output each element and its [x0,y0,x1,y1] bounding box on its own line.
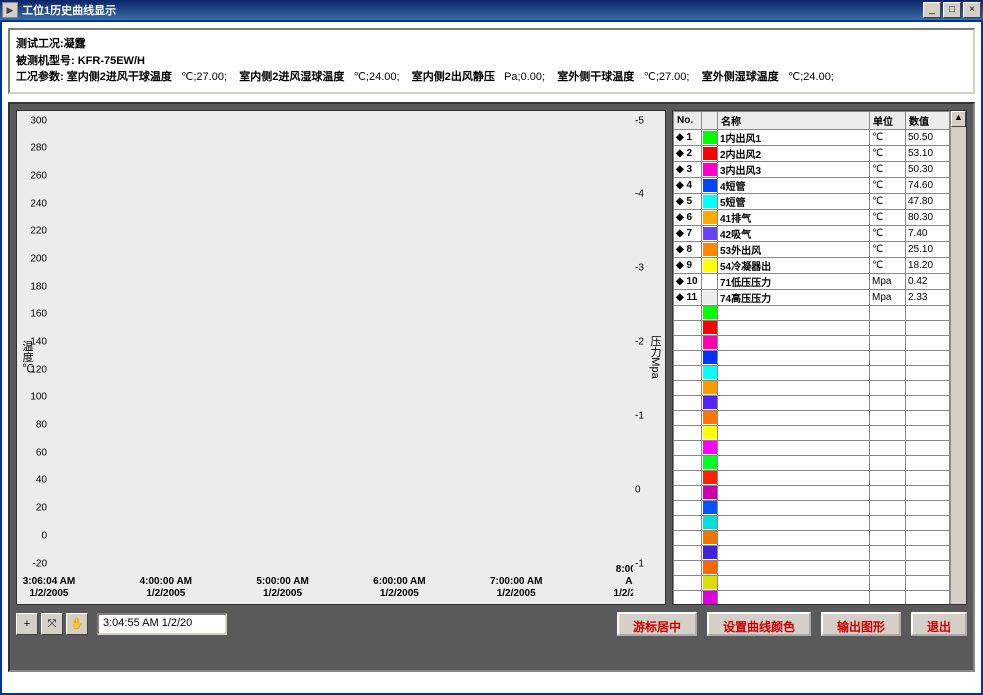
param-label-3: 室内侧2出风静压 [412,71,495,83]
minimize-button[interactable]: _ [923,2,941,18]
legend-row-empty[interactable] [674,395,950,410]
y-tick-right: -1 [635,558,644,569]
titlebar: ▶ 工位1历史曲线显示 _ □ × [0,0,983,20]
param-label-4: 室外侧干球温度 [557,71,634,83]
y-tick-right: -3 [635,263,644,274]
toolbar: + ⤧ ✋ 3:04:55 AM 1/2/20 游标居中 设置曲线颜色 输出图形… [16,611,967,637]
crosshair-tool[interactable]: + [16,613,38,635]
y-tick-right: -2 [635,337,644,348]
y-axis-right: 压力Mpa -5-4-3-2-10-1 [633,111,665,604]
y-tick-left: 240 [30,198,47,209]
y-tick-left: 80 [36,420,47,431]
app-icon: ▶ [2,2,18,18]
legend-table: No.名称单位数值◆ 11内出风1℃50.50◆ 22内出风2℃53.10◆ 3… [672,110,967,605]
y-tick-right: -1 [635,410,644,421]
zoom-tool[interactable]: ⤧ [41,613,63,635]
x-tick: 6:00:00 AM1/2/2005 [373,576,425,600]
legend-row-empty[interactable] [674,485,950,500]
legend-row-empty[interactable] [674,380,950,395]
set-color-button[interactable]: 设置曲线颜色 [707,612,811,636]
legend-row[interactable]: ◆ 11内出风1℃50.50 [674,129,950,145]
legend-row[interactable]: ◆ 1174高压压力Mpa2.33 [674,289,950,305]
y-tick-left: 60 [36,447,47,458]
export-button[interactable]: 输出图形 [821,612,901,636]
legend-row-empty[interactable] [674,425,950,440]
legend-row-empty[interactable] [674,470,950,485]
legend-row-empty[interactable] [674,350,950,365]
y-tick-left: 200 [30,253,47,264]
legend-row-empty[interactable] [674,545,950,560]
legend-row-empty[interactable] [674,560,950,575]
x-tick: 5:00:00 AM1/2/2005 [256,576,308,600]
legend-row-empty[interactable] [674,365,950,380]
legend-scrollbar[interactable]: ▲ [950,111,966,604]
legend-row[interactable]: ◆ 641排气℃80.30 [674,209,950,225]
y-tick-left: 120 [30,364,47,375]
info-panel: 测试工况:凝露 被测机型号: KFR-75EW/H 工况参数: 室内侧2进风干球… [8,28,975,94]
legend-row-empty[interactable] [674,530,950,545]
legend-row[interactable]: ◆ 22内出风2℃53.10 [674,145,950,161]
y-tick-left: 280 [30,143,47,154]
legend-row-empty[interactable] [674,500,950,515]
param-label-2: 室内侧2进风湿球温度 [239,71,344,83]
legend-row-empty[interactable] [674,575,950,590]
legend-row[interactable]: ◆ 33内出风3℃50.30 [674,161,950,177]
y-axis-left: 温度℃ 300280260240220200180160140120100806… [17,111,49,604]
legend-row[interactable]: ◆ 853外出风℃25.10 [674,241,950,257]
x-tick: 3:06:04 AM1/2/2005 [23,576,75,600]
legend-row[interactable]: ◆ 742吸气℃7.40 [674,225,950,241]
legend-row-empty[interactable] [674,320,950,335]
legend-row[interactable]: ◆ 954冷凝器出℃18.20 [674,257,950,273]
param-value-1: ℃;27.00; [181,71,227,83]
exit-button[interactable]: 退出 [911,612,967,636]
legend-table-inner[interactable]: No.名称单位数值◆ 11内出风1℃50.50◆ 22内出风2℃53.10◆ 3… [673,111,950,605]
center-cursor-button[interactable]: 游标居中 [617,612,697,636]
close-button[interactable]: × [963,2,981,18]
legend-row-empty[interactable] [674,440,950,455]
legend-row-empty[interactable] [674,410,950,425]
y-tick-left: 260 [30,170,47,181]
y-tick-right: 0 [635,484,641,495]
param-value-3: Pa;0.00; [504,71,545,83]
maximize-button[interactable]: □ [943,2,961,18]
cursor-readout: 3:04:55 AM 1/2/20 [97,613,227,635]
y-tick-right: -4 [635,189,644,200]
param-value-2: ℃;24.00; [354,71,400,83]
legend-row-empty[interactable] [674,590,950,605]
param-label-5: 室外侧湿球温度 [702,71,779,83]
legend-row[interactable]: ◆ 44短管℃74.60 [674,177,950,193]
legend-row[interactable]: ◆ 1071低压压力Mpa0.42 [674,273,950,289]
y-tick-left: -20 [33,558,47,569]
y-tick-left: 0 [41,530,47,541]
param-value-5: ℃;24.00; [788,71,834,83]
chart-plot[interactable]: 温度℃ 300280260240220200180160140120100806… [16,110,666,605]
model-number: 被测机型号: KFR-75EW/H [16,55,145,67]
y-tick-right: -5 [635,115,644,126]
legend-row[interactable]: ◆ 55短管℃47.80 [674,193,950,209]
y-tick-left: 20 [36,503,47,514]
legend-row-empty[interactable] [674,305,950,320]
legend-row-empty[interactable] [674,515,950,530]
pan-tool[interactable]: ✋ [66,613,88,635]
y-tick-left: 180 [30,281,47,292]
legend-row-empty[interactable] [674,335,950,350]
y-tick-left: 300 [30,115,47,126]
x-tick: 7:00:00 AM1/2/2005 [490,576,542,600]
param-label-1: 工况参数: 室内侧2进风干球温度 [16,71,172,83]
scroll-up-button[interactable]: ▲ [951,111,966,127]
y-tick-left: 140 [30,337,47,348]
chart-area: 温度℃ 300280260240220200180160140120100806… [8,102,975,672]
test-condition: 测试工况:凝露 [16,38,86,50]
x-tick: 4:00:00 AM1/2/2005 [140,576,192,600]
param-value-4: ℃;27.00; [643,71,689,83]
y-tick-left: 220 [30,226,47,237]
y-tick-left: 100 [30,392,47,403]
y-tick-left: 160 [30,309,47,320]
window-title: 工位1历史曲线显示 [22,2,921,18]
content-area: 测试工况:凝露 被测机型号: KFR-75EW/H 工况参数: 室内侧2进风干球… [0,20,983,695]
y-tick-left: 40 [36,475,47,486]
legend-row-empty[interactable] [674,455,950,470]
